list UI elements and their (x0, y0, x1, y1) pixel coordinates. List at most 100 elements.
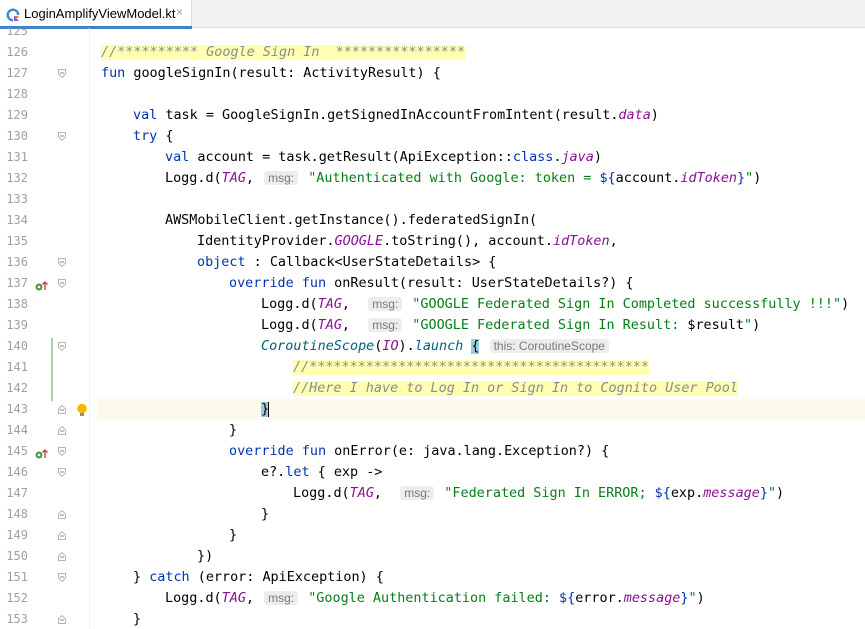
code-token: , (609, 234, 618, 249)
code-token: } (229, 528, 238, 543)
string: " (745, 171, 754, 186)
comment: //********** Google Sign In ************… (101, 45, 466, 60)
code-text: override fun onResult(result: UserStateD… (229, 273, 634, 294)
constant: TAG (317, 297, 342, 312)
code-token: exp. (670, 486, 704, 501)
line-number: 151 (6, 570, 28, 584)
string: "GOOGLE Federated Sign In Result: (404, 318, 688, 333)
property: message (703, 486, 760, 501)
string: " (744, 318, 753, 333)
code-token: } (261, 507, 270, 522)
code-text: Logg.d(TAG, msg: "Google Authentication … (165, 588, 705, 609)
keyword: catch (149, 570, 190, 585)
code-token: googleSignIn(result: ActivityResult) { (125, 66, 441, 81)
code-token: , (341, 297, 367, 312)
close-icon[interactable]: × (176, 5, 183, 19)
code-text: IdentityProvider.GOOGLE.toString(), acco… (197, 231, 618, 252)
string: " (688, 591, 697, 606)
code-line: 148 } (0, 504, 865, 525)
template-brace: ${ (654, 486, 671, 501)
parameter-hint: msg: (368, 318, 403, 332)
file-tab[interactable]: LoginAmplifyViewModel.kt × (0, 0, 192, 29)
code-line: 142 //Here I have to Log In or Sign In t… (0, 378, 865, 399)
fold-close-icon[interactable] (58, 615, 66, 624)
keyword: object (197, 255, 246, 270)
code-editor[interactable]: 125 126 //********** Google Sign In ****… (0, 28, 865, 629)
fold-open-icon[interactable] (58, 342, 66, 351)
fold-close-icon[interactable] (58, 426, 66, 435)
line-number: 137 (6, 276, 28, 290)
fold-open-icon[interactable] (58, 468, 66, 477)
property: data (618, 108, 651, 123)
code-line: 145 override fun onError(e: java.lang.Ex… (0, 441, 865, 462)
fold-open-icon[interactable] (58, 69, 66, 78)
code-line: 152 Logg.d(TAG, msg: "Google Authenticat… (0, 588, 865, 609)
line-number: 131 (6, 150, 28, 164)
line-number: 138 (6, 297, 28, 311)
code-token: account = task.getResult(ApiException:: (189, 150, 513, 165)
fold-open-icon[interactable] (58, 447, 66, 456)
file-tab-label: LoginAmplifyViewModel.kt (24, 6, 176, 21)
code-text: }) (197, 546, 213, 567)
code-token: ) (841, 297, 850, 312)
lightbulb-icon[interactable] (76, 402, 88, 416)
fold-close-icon[interactable] (58, 531, 66, 540)
fold-close-icon[interactable] (58, 552, 66, 561)
code-text: Logg.d(TAG, msg: "Authenticated with Goo… (165, 168, 761, 189)
code-token: task = GoogleSignIn.getSignedInAccountFr… (157, 108, 619, 123)
text-caret (268, 401, 270, 417)
fold-close-icon[interactable] (58, 510, 66, 519)
fold-open-icon[interactable] (58, 132, 66, 141)
code-line: 141 //**********************************… (0, 357, 865, 378)
code-token: Logg.d( (165, 171, 222, 186)
code-text: } (261, 399, 270, 420)
code-token: }) (197, 549, 214, 564)
function-call: launch (414, 339, 464, 354)
code-line: 147 Logg.d(TAG, msg: "Federated Sign In … (0, 483, 865, 504)
implements-method-icon[interactable] (35, 445, 49, 459)
constant: GOOGLE (334, 234, 384, 249)
implements-method-icon[interactable] (35, 277, 49, 291)
line-number: 135 (6, 234, 28, 248)
code-token: error. (575, 591, 624, 606)
line-number: 136 (6, 255, 28, 269)
line-number: 127 (6, 66, 28, 80)
keyword: override fun (229, 276, 327, 291)
code-text: } (229, 525, 237, 546)
fold-open-icon[interactable] (58, 573, 66, 582)
code-text: //**************************************… (293, 357, 649, 378)
line-number: 134 (6, 213, 28, 227)
string: "Google Authentication failed: (300, 591, 560, 606)
fold-open-icon[interactable] (58, 258, 66, 267)
code-line: 127 fun googleSignIn(result: ActivityRes… (0, 63, 865, 84)
line-number: 125 (6, 28, 28, 38)
line-number: 128 (6, 87, 28, 101)
code-text: } (133, 609, 141, 629)
code-line: 135 IdentityProvider.GOOGLE.toString(), … (0, 231, 865, 252)
code-line: 151 } catch (error: ApiException) { (0, 567, 865, 588)
parameter-hint: msg: (400, 486, 435, 500)
code-text: } catch (error: ApiException) { (133, 567, 384, 588)
function-call: CoroutineScope (261, 339, 375, 354)
code-token: e?. (261, 465, 286, 480)
keyword: class (512, 150, 554, 165)
code-text: val account = task.getResult(ApiExceptio… (165, 147, 602, 168)
line-number: 129 (6, 108, 28, 122)
constant: TAG (349, 486, 374, 501)
line-number: 126 (6, 45, 28, 59)
fold-close-icon[interactable] (58, 405, 66, 414)
code-text: } (261, 504, 269, 525)
string: "Federated Sign In ERROR; (436, 486, 655, 501)
code-line: 134 AWSMobileClient.getInstance().federa… (0, 210, 865, 231)
code-text: object : Callback<UserStateDetails> { (197, 252, 496, 273)
fold-open-icon[interactable] (58, 279, 66, 288)
code-text: AWSMobileClient.getInstance().federatedS… (165, 210, 537, 231)
template-variable: $result (687, 318, 745, 333)
code-line: 130 try { (0, 126, 865, 147)
line-number: 130 (6, 129, 28, 143)
code-token: AWSMobileClient.getInstance().federatedS… (165, 213, 538, 228)
constant: IO (382, 339, 399, 354)
code-token: } (133, 570, 150, 585)
line-number: 142 (6, 381, 28, 395)
code-token: } (229, 423, 238, 438)
